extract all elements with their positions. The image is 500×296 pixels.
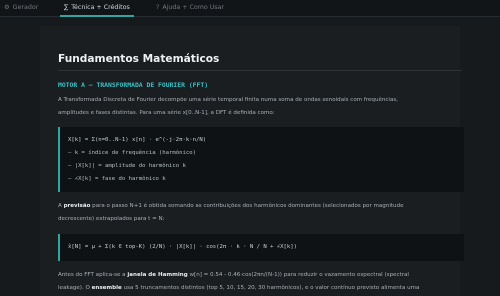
tab-gerador[interactable]: ⚙ Gerador <box>4 0 38 16</box>
prediction-line-1: A previsão para o passo N+1 é obtida som… <box>58 203 404 209</box>
page-title: Fundamentos Matemáticos <box>58 53 220 65</box>
ensemble-line: leakage). O ensemble usa 5 truncamentos … <box>58 285 420 291</box>
gear-icon: ⚙ <box>4 4 10 11</box>
dft-formula-line: X[k] = Σ(n=0..N-1) x[n] · e^(-j·2π·k·n/N… <box>68 137 207 143</box>
intro-line-1: A Transformada Discreta de Fourier decom… <box>58 97 399 103</box>
hamming-line: Antes do FFT aplica-se a janela de Hammi… <box>58 272 409 278</box>
tab-tecnica-label: Técnica + Créditos <box>71 4 130 11</box>
title-divider <box>58 70 462 71</box>
dft-note-k: — k = índice de frequência (harmônico) <box>68 150 196 156</box>
tab-gerador-label: Gerador <box>12 4 39 11</box>
prediction-formula: x̂[N] = μ + Σ(k ∈ top-K) (2/N) · |X[k]| … <box>68 244 298 250</box>
sigma-icon: ∑ <box>64 4 69 11</box>
help-icon: ? <box>156 4 160 11</box>
dft-note-amplitude: — |X[k]| = amplitude do harmônico k <box>68 163 186 169</box>
tab-tecnica-creditos[interactable]: ∑ Técnica + Créditos <box>60 0 134 17</box>
tab-bar: ⚙ Gerador ∑ Técnica + Créditos ? Ajuda + Co… <box>0 0 500 17</box>
prediction-line-2: decrescente) extrapolados para t = N: <box>58 216 165 222</box>
motor-a-heading: MOTOR A — TRANSFORMADA DE FOURIER (FFT) <box>58 81 209 89</box>
tab-ajuda[interactable]: ? Ajuda + Como Usar <box>156 0 224 16</box>
dft-note-phase: — ∠X[k] = fase do harmônico k <box>68 176 166 182</box>
tab-ajuda-label: Ajuda + Como Usar <box>162 4 225 11</box>
intro-line-2: amplitudes e fases distintas. Para uma s… <box>58 110 275 116</box>
